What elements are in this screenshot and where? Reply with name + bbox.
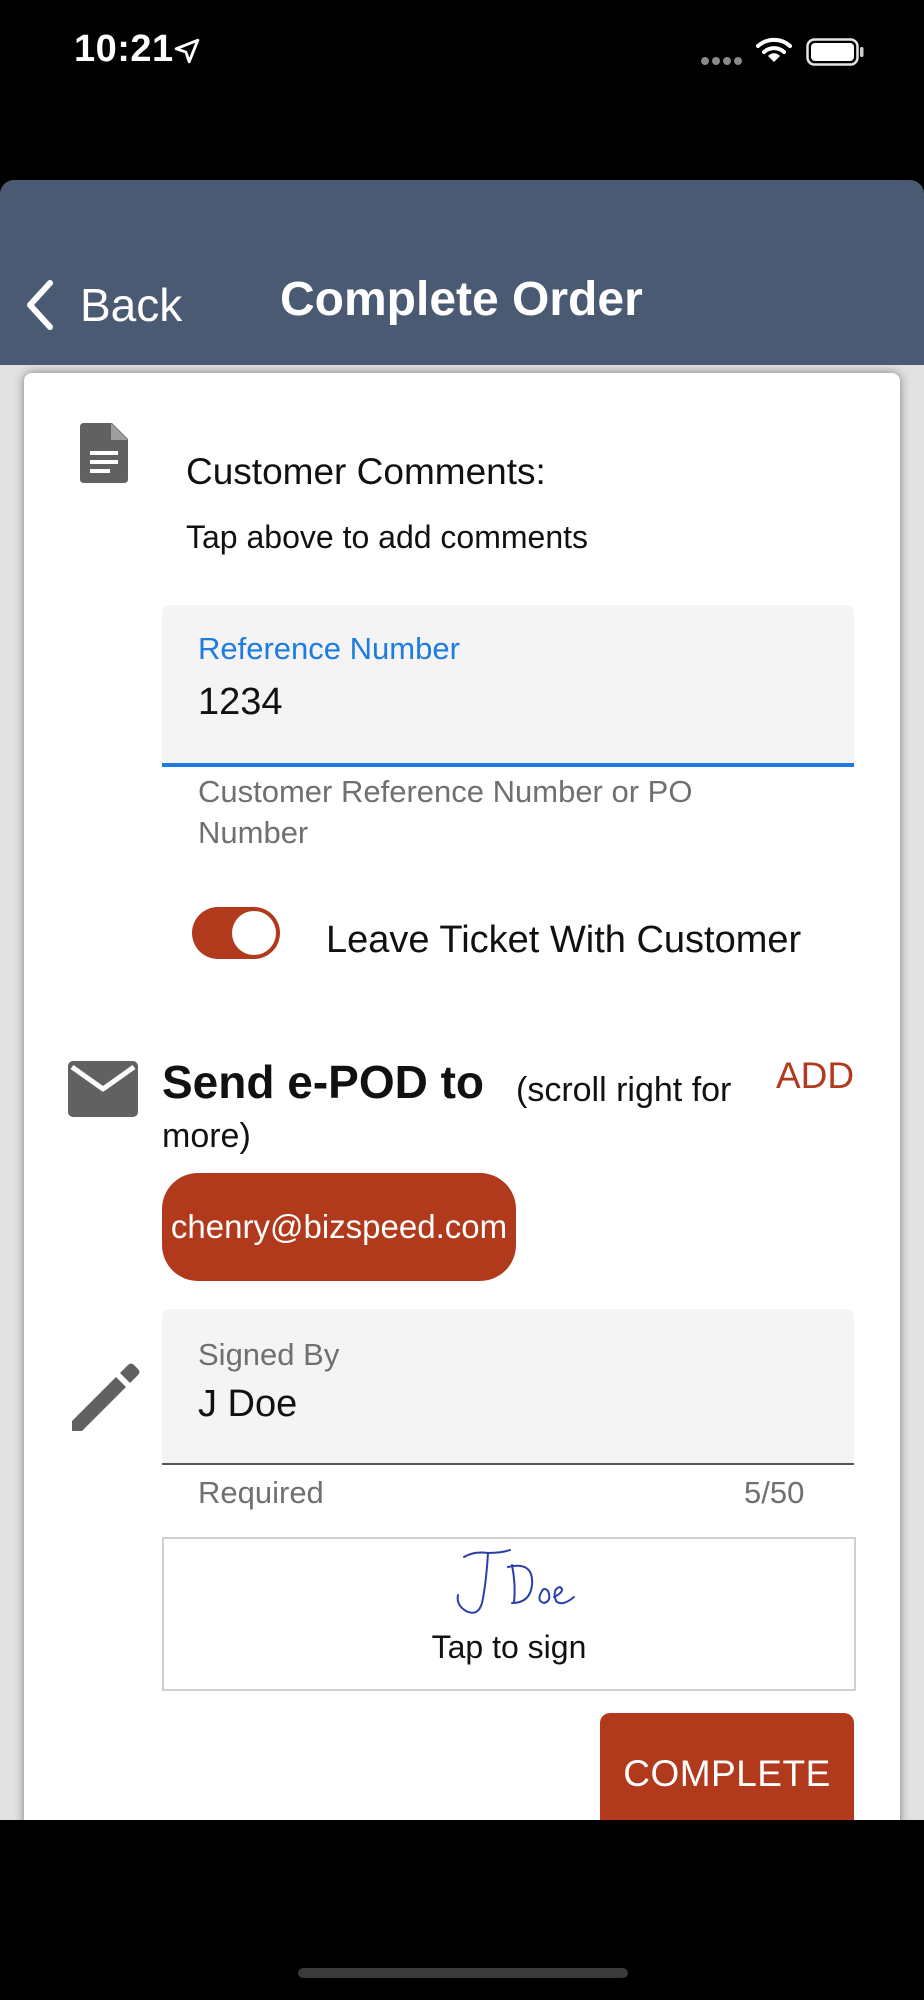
mail-icon [68,1061,138,1117]
send-epod-title: Send e-POD to [162,1056,485,1108]
customer-comments-hint: Tap above to add comments [186,519,589,555]
signed-by-character-counter: 5/50 [744,1475,805,1510]
signed-by-required-hint: Required [198,1475,324,1510]
signature-pad[interactable]: Tap to sign [162,1537,856,1691]
page-title: Complete Order [280,273,643,326]
complete-button[interactable]: COMPLETE [600,1713,854,1820]
signature-hint: Tap to sign [431,1629,587,1665]
navigation-bar: Back Complete Order [0,180,924,365]
signed-by-label: Signed By [198,1337,340,1372]
screen: 10:21 Back Complete Order Customer Comme… [0,0,924,2000]
reference-number-input[interactable]: 1234 [198,681,283,724]
leave-ticket-label: Leave Ticket With Customer [326,919,802,961]
toggle-knob [232,911,276,955]
email-chip[interactable]: chenry@bizspeed.com [162,1173,516,1281]
status-time: 10:21 [74,28,174,70]
add-email-button[interactable]: ADD [776,1055,854,1097]
reference-number-label: Reference Number [198,631,460,666]
document-icon [80,423,128,483]
chevron-left-icon [27,280,53,330]
send-epod-note-continued: more) [162,1117,251,1155]
cellular-signal-icon [701,57,742,65]
order-card: Customer Comments: Tap above to add comm… [24,373,900,1820]
content-area[interactable]: Customer Comments: Tap above to add comm… [0,365,924,1820]
signature-image [456,1549,575,1614]
signed-by-input[interactable]: J Doe [198,1383,297,1426]
back-label: Back [80,279,183,331]
signed-by-field[interactable]: Signed By J Doe [162,1309,854,1465]
back-button[interactable]: Back [22,270,182,340]
wifi-icon [756,37,792,62]
status-bar: 10:21 [0,0,924,110]
home-indicator[interactable] [298,1968,628,1978]
customer-comments-title[interactable]: Customer Comments: [186,451,546,493]
leave-ticket-toggle[interactable] [192,907,280,959]
send-epod-note: (scroll right for [516,1071,732,1109]
location-arrow-icon [174,38,200,64]
pencil-icon [72,1363,140,1431]
reference-number-helper: Customer Reference Number or PO Number [198,774,693,850]
reference-number-field[interactable]: Reference Number 1234 [162,605,854,767]
battery-icon [806,38,864,66]
